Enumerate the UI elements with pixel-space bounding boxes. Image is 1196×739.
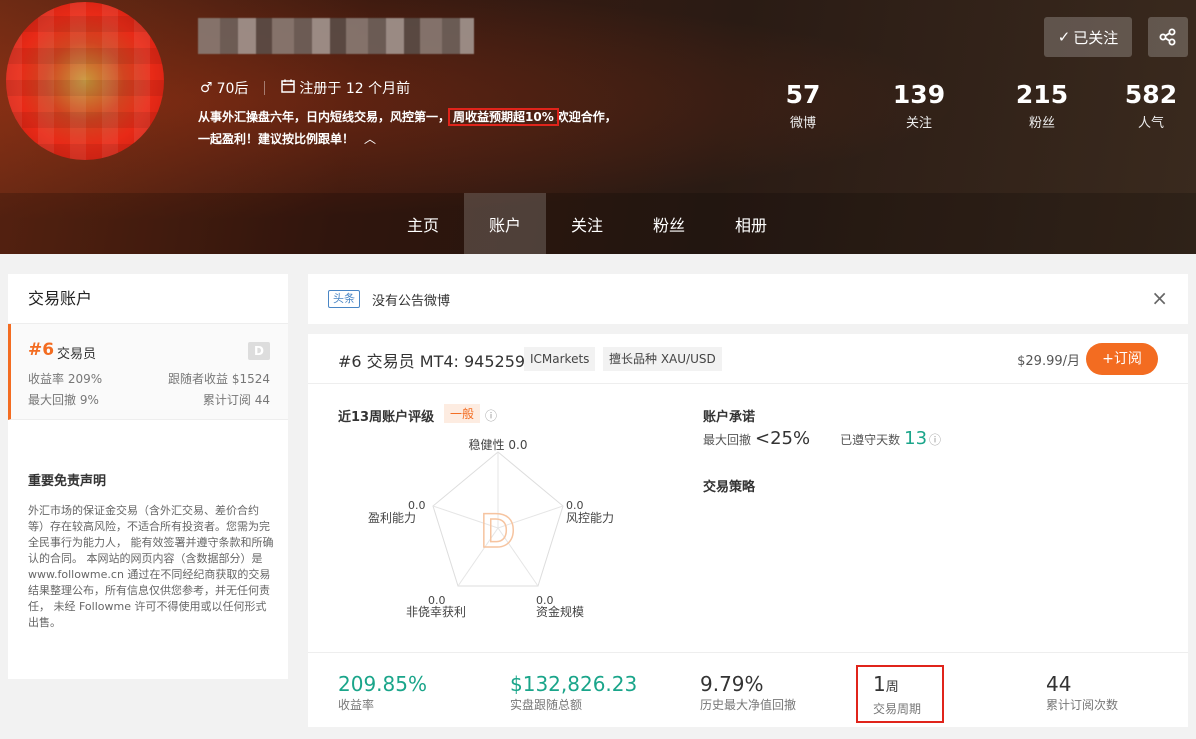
- radar-label-capital: 资金规模: [536, 604, 584, 619]
- divider: [264, 81, 266, 95]
- headline-tag: 头条: [328, 290, 360, 308]
- subscription-price: $29.99/月: [1017, 354, 1080, 369]
- male-icon: ♂: [200, 80, 213, 96]
- stat-number: 57: [785, 80, 821, 109]
- promise-title: 账户承诺: [703, 410, 756, 425]
- kpi-label: 实盘跟随总额: [510, 698, 583, 712]
- panel-title: 交易账户: [8, 274, 288, 324]
- tab-home[interactable]: 主页: [382, 193, 464, 254]
- account-max-drawdown: 最大回撤 9%: [28, 393, 99, 407]
- stat-following[interactable]: 139 关注: [874, 78, 964, 131]
- intro-text: 从事外汇操盘六年，日内短线交易，风控第一，: [198, 110, 451, 124]
- account-follower-profit: 跟随者收益 $1524: [168, 372, 270, 386]
- profile-intro: 从事外汇操盘六年，日内短线交易，风控第一， 周收益预期超10% 欢迎合作，一起盈利！…: [198, 106, 628, 150]
- kpi-label: 历史最大净值回撤: [700, 698, 797, 712]
- account-row: 最大回撤 9% 累计订阅 44: [28, 391, 270, 408]
- kpi-value: 1周: [873, 672, 899, 696]
- radar-label-profit: 盈利能力: [368, 511, 416, 525]
- stat-number: 582: [1124, 80, 1178, 109]
- promise-drawdown-value: <25%: [755, 428, 811, 449]
- account-card: #6 交易员 MT4: 945259 ICMarkets 擅长品种 XAU/US…: [308, 334, 1188, 727]
- subscribe-button[interactable]: +订阅: [1086, 343, 1158, 375]
- kpi-value: $132,826.23: [510, 672, 638, 696]
- info-icon[interactable]: ⓘ: [485, 407, 497, 424]
- account-yield: 收益率 209%: [28, 372, 103, 386]
- age-tag: 70后: [216, 81, 249, 97]
- calendar-icon: [281, 79, 296, 97]
- stat-number: 139: [892, 80, 946, 109]
- card-header: #6 交易员 MT4: 945259 ICMarkets 擅长品种 XAU/US…: [308, 334, 1188, 384]
- stat-label: 粉丝: [1028, 116, 1055, 131]
- promise-drawdown-label: 最大回撤: [703, 433, 752, 447]
- kpi-value: 209.85%: [338, 672, 427, 696]
- profile-stats: 57 微博 139 关注 215 粉丝 582 人气: [760, 78, 1196, 138]
- followed-button[interactable]: ✓ 已关注: [1044, 17, 1132, 57]
- radar-label-risk: 风控能力: [566, 511, 614, 525]
- account-rank: #6: [28, 340, 55, 360]
- info-icon[interactable]: ⓘ: [929, 431, 941, 448]
- check-icon: ✓: [1057, 28, 1071, 46]
- rating-radar-chart: D 稳健性 0.0 0.0 风控能力 0.0 资金规模 0.0 非侥幸获利 0.…: [368, 437, 614, 619]
- disclaimer-text: 外汇市场的保证金交易（含外汇交易、差价合约等）存在较高风险，不适合所有投资者。您…: [28, 504, 274, 629]
- kpi-subscriptions: 44 累计订阅次数: [1046, 671, 1118, 713]
- stat-label: 关注: [905, 116, 932, 131]
- kpi-bar: 209.85% 收益率 $132,826.23 实盘跟随总额 9.79% 历史最…: [308, 652, 1188, 727]
- radar-label-stability: 稳健性 0.0: [469, 437, 528, 452]
- account-subscriptions: 累计订阅 44: [202, 393, 270, 407]
- kpi-yield: 209.85% 收益率: [338, 671, 427, 713]
- disclaimer-title: 重要免责声明: [28, 474, 107, 489]
- stat-label: 人气: [1137, 116, 1164, 131]
- trading-accounts-panel: 交易账户 #6 交易员 D 收益率 209% 跟随者收益 $1524 最大回撤 …: [8, 274, 288, 679]
- intro-highlight: 周收益预期超10%: [448, 108, 559, 126]
- stat-label: 微博: [789, 116, 816, 131]
- notice-text: 没有公告微博: [372, 294, 451, 309]
- tab-account[interactable]: 账户: [464, 193, 546, 254]
- share-icon: [1159, 28, 1176, 46]
- tab-album[interactable]: 相册: [710, 193, 792, 254]
- headline-notice: 头条 没有公告微博 ×: [308, 274, 1188, 324]
- radar-center-grade: D: [481, 505, 516, 558]
- registered-time: 注册于 12 个月前: [299, 81, 411, 97]
- kpi-label: 收益率: [338, 698, 375, 712]
- kpi-value: 9.79%: [700, 672, 764, 696]
- promise-row: 最大回撤 <25% 已遵守天数 13 ⓘ: [703, 428, 941, 449]
- username-blurred: [198, 18, 474, 54]
- rating-badge: D: [248, 342, 270, 360]
- kpi-label: 交易周期: [873, 702, 922, 716]
- profile-nav: 主页 账户 关注 粉丝 相册: [0, 193, 1196, 254]
- radar-label-nonluck: 非侥幸获利: [406, 605, 466, 619]
- account-title: #6 交易员 MT4: 945259: [338, 352, 526, 371]
- avatar[interactable]: [6, 2, 164, 160]
- promise-days-label: 已遵守天数: [840, 433, 901, 447]
- profile-header: ♂ 70后 注册于 12 个月前 从事外汇操盘六年，日内短线交易，风控第一， 周收…: [0, 0, 1196, 254]
- close-icon[interactable]: ×: [1151, 286, 1168, 310]
- account-row: 收益率 209% 跟随者收益 $1524: [28, 370, 270, 387]
- broker-tag: ICMarkets: [524, 347, 596, 371]
- account-role: 交易员: [57, 347, 97, 362]
- share-button[interactable]: [1148, 17, 1188, 57]
- stat-followers[interactable]: 215 粉丝: [997, 78, 1087, 131]
- profile-meta: ♂ 70后 注册于 12 个月前: [200, 78, 410, 98]
- kpi-follow-total: $132,826.23 实盘跟随总额: [510, 671, 637, 713]
- kpi-value: 44: [1046, 672, 1072, 696]
- disclaimer: 重要免责声明 外汇市场的保证金交易（含外汇交易、差价合约等）存在较高风险，不适合…: [28, 470, 274, 631]
- specialty-tag: 擅长品种 XAU/USD: [603, 347, 722, 371]
- kpi-max-drawdown: 9.79% 历史最大净值回撤: [700, 671, 796, 713]
- followed-label: 已关注: [1073, 28, 1119, 47]
- rating-title: 近13周账户评级: [338, 410, 435, 425]
- strategy-title: 交易策略: [703, 480, 756, 495]
- tab-following[interactable]: 关注: [546, 193, 628, 254]
- collapse-chevron-icon[interactable]: ︿: [364, 128, 376, 150]
- rating-level-badge: 一般: [444, 404, 481, 423]
- stat-posts[interactable]: 57 微博: [758, 78, 848, 131]
- promise-days-value: 13: [904, 428, 928, 449]
- kpi-trading-period: 1周 交易周期: [873, 671, 921, 717]
- stat-number: 215: [1015, 80, 1069, 109]
- tab-followers[interactable]: 粉丝: [628, 193, 710, 254]
- kpi-label: 累计订阅次数: [1046, 698, 1119, 712]
- stat-popularity[interactable]: 582 人气: [1106, 78, 1196, 131]
- account-item[interactable]: #6 交易员 D 收益率 209% 跟随者收益 $1524 最大回撤 9% 累计…: [8, 324, 288, 420]
